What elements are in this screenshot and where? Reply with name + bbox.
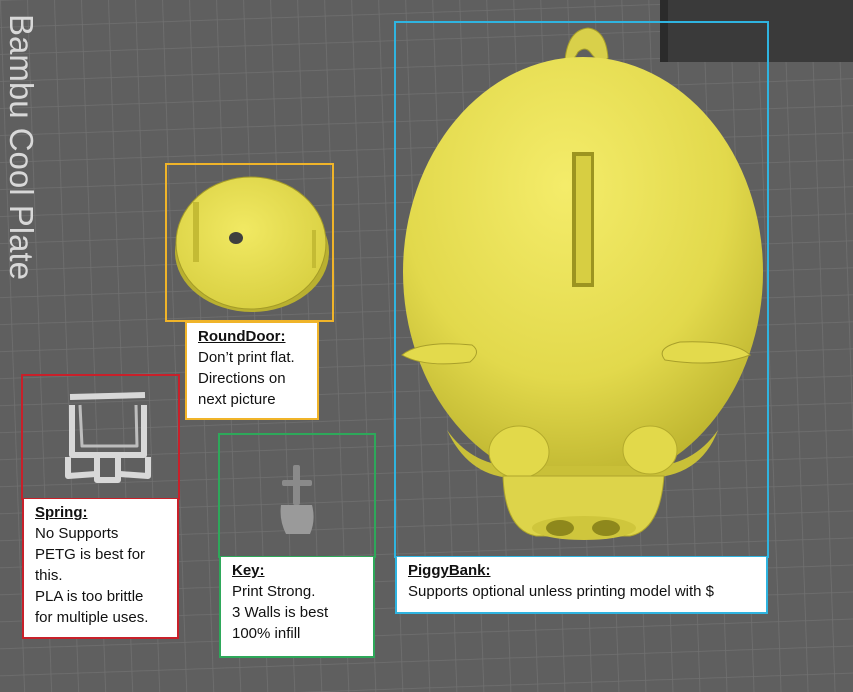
piggy-bank-title: PiggyBank: [408,562,491,579]
spring-line: No Supports [35,525,119,542]
spring-line: PETG is best for [35,546,146,563]
round-door-line: Directions on [198,370,286,387]
round-door-line: next picture [198,391,276,408]
spring-note: Spring: No Supports PETG is best for thi… [22,499,179,639]
key-note: Key: Print Strong. 3 Walls is best 100% … [219,557,375,658]
round-door-line: Don’t print flat. [198,349,295,366]
piggy-bank-line: Supports optional unless printing model … [408,583,715,600]
key-line: 3 Walls is best [232,604,329,621]
round-door-note: RoundDoor: Don’t print flat. Directions … [185,321,319,420]
spring-line: this. [35,567,63,584]
key-line: Print Strong. [232,583,316,600]
plate-label: Bambu Cool Plate [3,14,40,280]
piggy-bank-note: PiggyBank: Supports optional unless prin… [395,557,768,614]
key-line: 100% infill [232,625,301,642]
round-door-title: RoundDoor: [198,328,286,345]
plate-corner-block [660,0,853,62]
spring-line: for multiple uses. [35,609,149,626]
spring-line: PLA is too brittle [35,588,144,605]
spring-title: Spring: [35,504,88,521]
key-title: Key: [232,562,265,579]
